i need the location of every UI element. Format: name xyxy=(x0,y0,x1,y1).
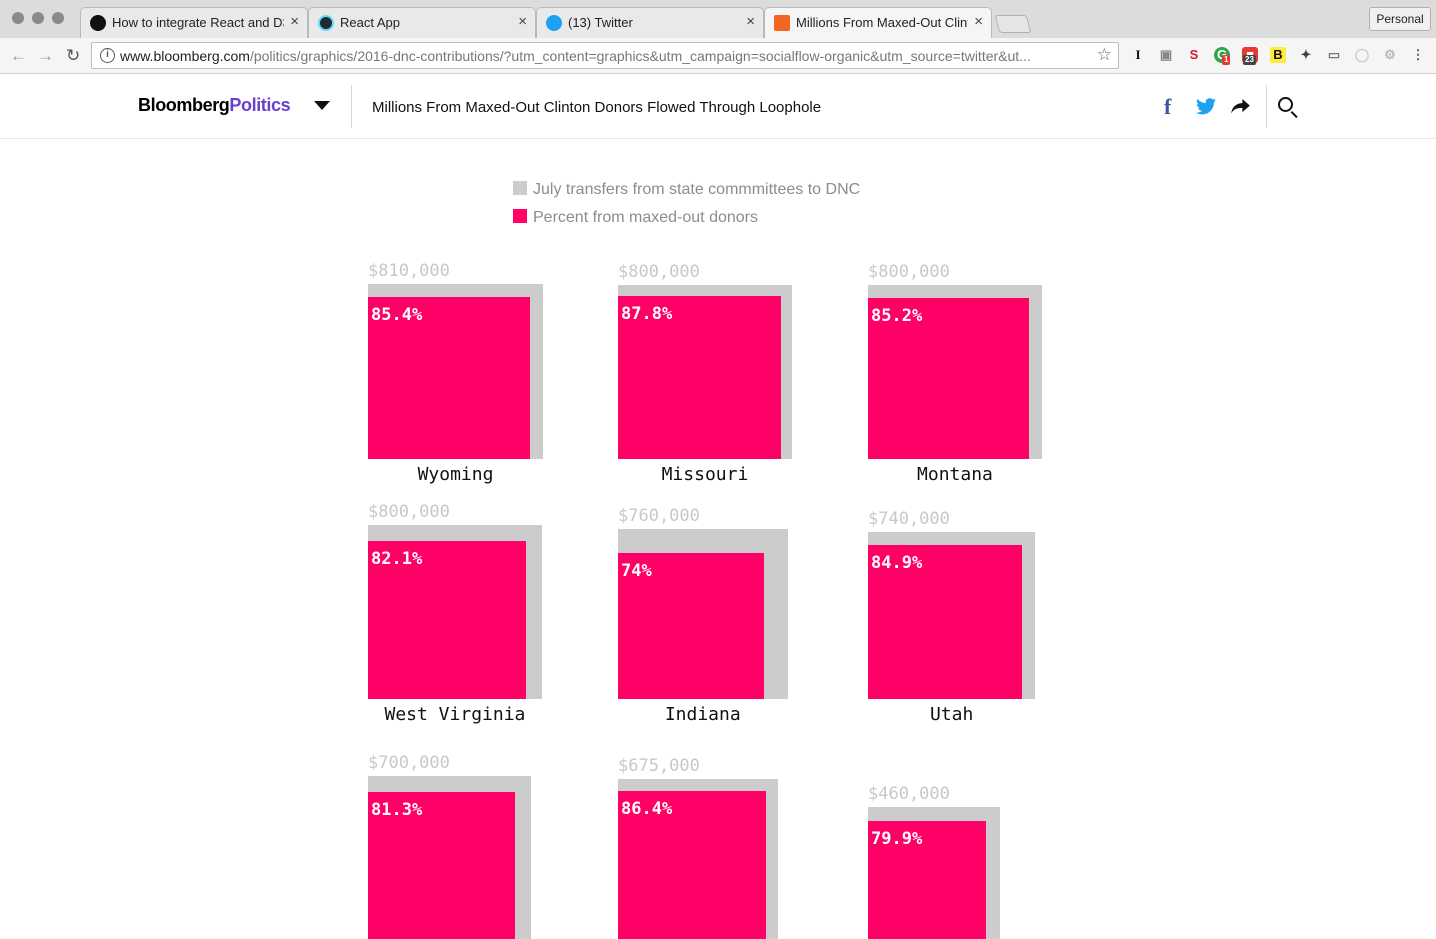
percent-label: 74% xyxy=(621,561,652,582)
amount-label: $800,000 xyxy=(368,502,450,523)
site-header: BloombergPolitics Millions From Maxed-Ou… xyxy=(0,75,1436,139)
tab-react-d3[interactable]: How to integrate React and D3 × xyxy=(80,7,308,38)
bookmark-star-icon[interactable]: ☆ xyxy=(1097,45,1112,65)
cast-icon[interactable]: ▭ xyxy=(1326,47,1342,63)
menu-dots-icon[interactable]: ⋮ xyxy=(1410,47,1426,63)
divider xyxy=(1266,85,1267,128)
tab-twitter[interactable]: (13) Twitter × xyxy=(536,7,764,38)
url-text[interactable]: www.bloomberg.com/politics/graphics/2016… xyxy=(120,48,1085,64)
url-path: /politics/graphics/2016-dnc-contribution… xyxy=(249,48,1031,64)
amount-label: $460,000 xyxy=(868,784,950,805)
percent-label: 82.1% xyxy=(371,549,423,570)
bloomberg-politics-logo[interactable]: BloombergPolitics xyxy=(138,95,291,116)
legend-item-percent: Percent from maxed-out donors xyxy=(513,209,758,229)
grammarly-icon[interactable]: G1 xyxy=(1214,47,1231,65)
percent-label: 86.4% xyxy=(621,798,673,819)
new-tab-button[interactable] xyxy=(994,15,1032,33)
maxed-out-percent-bar: 84.9% xyxy=(868,544,1023,699)
percent-label: 87.8% xyxy=(621,304,673,325)
search-icon[interactable] xyxy=(1278,97,1293,112)
amount-label: $760,000 xyxy=(618,506,700,527)
info-icon[interactable]: i xyxy=(100,48,115,63)
tab-label: How to integrate React and D3 xyxy=(112,15,284,30)
menu-caret-icon[interactable] xyxy=(314,101,330,110)
profile-button[interactable]: Personal xyxy=(1369,7,1431,31)
maxed-out-percent-bar: 86.4% xyxy=(618,790,767,939)
state-name: Utah xyxy=(929,704,974,725)
state-name: Wyoming xyxy=(417,464,494,485)
bloomberg-icon xyxy=(774,15,790,31)
legend-label: July transfers from state commmittees to… xyxy=(533,181,861,198)
browser-toolbar: ← → ↻ i www.bloomberg.com/politics/graph… xyxy=(0,38,1436,74)
s-extension-icon[interactable]: S xyxy=(1186,47,1202,63)
share-arrow-icon[interactable] xyxy=(1231,94,1250,120)
close-tab-icon[interactable]: × xyxy=(746,13,755,30)
camera-icon[interactable]: ▣ xyxy=(1158,47,1174,63)
maxed-out-percent-bar: 82.1% xyxy=(368,541,526,699)
state-name: Montana xyxy=(917,464,993,485)
maxed-out-percent-bar: 81.3% xyxy=(368,792,515,939)
twitter-icon xyxy=(546,15,562,31)
calendar-icon[interactable]: ■23 xyxy=(1242,47,1258,65)
url-host: www.bloomberg.com xyxy=(120,48,250,64)
state-name: Indiana xyxy=(664,704,741,725)
maxed-out-percent-bar: 79.9% xyxy=(868,821,986,939)
twitter-share-icon[interactable] xyxy=(1196,95,1216,121)
tab-bloomberg[interactable]: Millions From Maxed-Out Clinton × xyxy=(764,7,992,38)
state-name: Missouri xyxy=(661,464,749,485)
maxed-out-percent-bar: 85.2% xyxy=(868,298,1029,459)
grammarly-badge: 1 xyxy=(1222,55,1231,65)
legend-swatch xyxy=(513,209,527,223)
grey-circle-extension-icon[interactable]: ◯ xyxy=(1354,47,1370,63)
back-arrow-icon[interactable]: ← xyxy=(10,46,27,66)
percent-label: 85.4% xyxy=(371,305,423,326)
close-tab-icon[interactable]: × xyxy=(974,13,983,30)
b-extension-icon[interactable]: B xyxy=(1270,47,1286,63)
gear-icon[interactable]: ⚙ xyxy=(1382,47,1398,63)
close-tab-icon[interactable]: × xyxy=(290,13,299,30)
reload-icon[interactable]: ↻ xyxy=(66,46,80,66)
minimize-window-icon[interactable] xyxy=(32,12,44,24)
amount-label: $800,000 xyxy=(618,262,700,283)
amount-label: $800,000 xyxy=(868,262,950,283)
tab-label: Millions From Maxed-Out Clinton xyxy=(796,15,968,30)
state-name: West Virginia xyxy=(384,704,526,725)
browser-tab-bar: How to integrate React and D3 × React Ap… xyxy=(0,0,1436,38)
amount-label: $700,000 xyxy=(368,753,450,774)
brand-section: Politics xyxy=(229,95,291,115)
legend-item-transfers: July transfers from state commmittees to… xyxy=(513,181,860,201)
tab-label: (13) Twitter xyxy=(568,15,633,30)
percent-label: 81.3% xyxy=(371,800,423,821)
zoom-window-icon[interactable] xyxy=(52,12,64,24)
calendar-badge: 23 xyxy=(1243,55,1256,65)
legend-swatch xyxy=(513,181,527,195)
forward-arrow-icon[interactable]: → xyxy=(37,46,54,66)
tab-react-app[interactable]: React App × xyxy=(308,7,536,38)
close-tab-icon[interactable]: × xyxy=(518,13,527,30)
legend-label: Percent from maxed-out donors xyxy=(533,209,758,226)
amount-label: $740,000 xyxy=(868,508,950,529)
page-headline: Millions From Maxed-Out Clinton Donors F… xyxy=(372,99,822,116)
maxed-out-percent-bar: 87.8% xyxy=(618,296,781,459)
percent-label: 85.2% xyxy=(871,306,923,327)
close-window-icon[interactable] xyxy=(12,12,24,24)
address-bar[interactable]: i www.bloomberg.com/politics/graphics/20… xyxy=(91,42,1119,69)
amount-label: $810,000 xyxy=(368,261,450,281)
percent-label: 84.9% xyxy=(871,552,923,573)
divider xyxy=(351,85,352,128)
maxed-out-percent-bar: 85.4% xyxy=(368,297,530,459)
amount-label: $675,000 xyxy=(618,756,700,777)
brand-main: Bloomberg xyxy=(138,95,230,115)
maxed-out-percent-bar: 74% xyxy=(618,553,764,699)
instapaper-icon[interactable]: I xyxy=(1130,47,1146,63)
tab-label: React App xyxy=(340,15,400,30)
react-icon xyxy=(318,15,334,31)
facebook-icon[interactable]: f xyxy=(1164,94,1171,120)
picker-icon[interactable]: ✦ xyxy=(1298,47,1314,63)
percent-label: 79.9% xyxy=(871,829,923,850)
globe-icon xyxy=(90,15,106,31)
